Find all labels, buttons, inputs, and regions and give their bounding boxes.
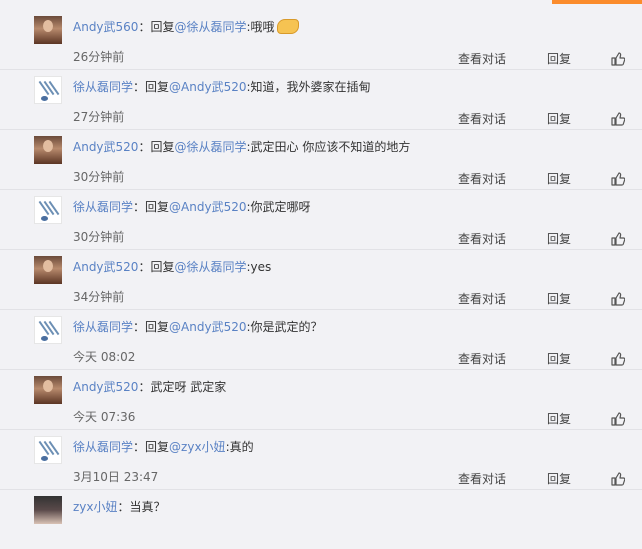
reply-prefix: 回复: [145, 320, 170, 334]
reply-button[interactable]: 回复: [547, 51, 571, 67]
comment-username[interactable]: 徐从磊同学: [73, 200, 133, 214]
comment-text: :知道，我外婆家在插甸: [246, 80, 371, 94]
reply-prefix: 回复: [145, 80, 170, 94]
comment-time: 27分钟前: [73, 110, 125, 124]
comment-item: 徐从磊同学：回复@zyx小妞:真的 3月10日 23:47 查看对话 回复: [0, 430, 642, 490]
thumbs-up-icon[interactable]: [611, 292, 625, 306]
comment-time: 今天 08:02: [73, 350, 136, 364]
avatar[interactable]: [34, 496, 62, 524]
comment-username[interactable]: Andy武520: [73, 380, 138, 394]
reply-prefix: 回复: [150, 260, 175, 274]
comment-time: 3月10日 23:47: [73, 470, 159, 484]
thumbs-up-icon[interactable]: [611, 352, 625, 366]
comment-colon: ：: [138, 380, 151, 394]
thumbs-up-icon[interactable]: [611, 52, 625, 66]
comment-text: :哦哦: [246, 20, 275, 34]
view-dialog-button[interactable]: 查看对话: [458, 351, 506, 367]
reply-prefix: 回复: [145, 440, 170, 454]
reply-button[interactable]: 回复: [547, 171, 571, 187]
reply-prefix: 回复: [145, 200, 170, 214]
comment-text: 当真？: [129, 500, 166, 514]
comment-item: Andy武520：回复@徐从磊同学:yes 34分钟前 查看对话 回复: [0, 250, 642, 310]
thumbs-up-icon[interactable]: [611, 472, 625, 486]
comment-item: 徐从磊同学：回复@Andy武520:知道，我外婆家在插甸 27分钟前 查看对话 …: [0, 70, 642, 130]
thumbs-up-icon[interactable]: [611, 112, 625, 126]
comment-text: :武定田心 你应该不知道的地方: [246, 140, 411, 154]
mention-link[interactable]: @Andy武520: [169, 80, 246, 94]
comment-item: 徐从磊同学：回复@Andy武520:你武定哪呀 30分钟前 查看对话 回复: [0, 190, 642, 250]
comment-colon: ：: [138, 20, 151, 34]
comment-colon: ：: [117, 500, 130, 514]
comment-time: 34分钟前: [73, 290, 125, 304]
view-dialog-button[interactable]: 查看对话: [458, 171, 506, 187]
comment-text: :真的: [225, 440, 254, 454]
comment-colon: ：: [133, 80, 146, 94]
mention-link[interactable]: @Andy武520: [169, 320, 246, 334]
reply-button[interactable]: 回复: [547, 411, 571, 427]
mention-link[interactable]: @徐从磊同学: [174, 140, 246, 154]
reply-button[interactable]: 回复: [547, 111, 571, 127]
top-accent-bar: [552, 0, 642, 4]
reply-button[interactable]: 回复: [547, 471, 571, 487]
avatar[interactable]: [34, 136, 62, 164]
comment-text: :你武定哪呀: [246, 200, 311, 214]
comment-username[interactable]: 徐从磊同学: [73, 320, 133, 334]
comment-colon: ：: [133, 440, 146, 454]
comment-colon: ：: [138, 260, 151, 274]
comment-time: 30分钟前: [73, 170, 125, 184]
comment-username[interactable]: 徐从磊同学: [73, 440, 133, 454]
comment-username[interactable]: 徐从磊同学: [73, 80, 133, 94]
comment-colon: ：: [138, 140, 151, 154]
comment-username[interactable]: Andy武520: [73, 140, 138, 154]
reply-prefix: 回复: [150, 20, 175, 34]
comment-username[interactable]: zyx小妞: [73, 500, 118, 514]
reply-prefix: 回复: [150, 140, 175, 154]
mention-link[interactable]: @Andy武520: [169, 200, 246, 214]
comment-username[interactable]: Andy武520: [73, 260, 138, 274]
comment-time: 30分钟前: [73, 230, 125, 244]
reply-button[interactable]: 回复: [547, 291, 571, 307]
comment-colon: ：: [133, 320, 146, 334]
view-dialog-button[interactable]: 查看对话: [458, 51, 506, 67]
comment-item: Andy武560：回复@徐从磊同学:哦哦 26分钟前 查看对话 回复: [0, 10, 642, 70]
avatar[interactable]: [34, 436, 62, 464]
top-strip: [0, 0, 642, 8]
comment-time: 26分钟前: [73, 50, 125, 64]
thumbs-up-icon[interactable]: [611, 172, 625, 186]
avatar[interactable]: [34, 196, 62, 224]
avatar[interactable]: [34, 76, 62, 104]
comment-text: :yes: [246, 260, 272, 274]
mention-link[interactable]: @徐从磊同学: [174, 20, 246, 34]
comment-text: :你是武定的？: [246, 320, 323, 334]
view-dialog-button[interactable]: 查看对话: [458, 231, 506, 247]
comment-item: 徐从磊同学：回复@Andy武520:你是武定的？ 今天 08:02 查看对话 回…: [0, 310, 642, 370]
avatar[interactable]: [34, 16, 62, 44]
view-dialog-button[interactable]: 查看对话: [458, 471, 506, 487]
avatar[interactable]: [34, 256, 62, 284]
comment-colon: ：: [133, 200, 146, 214]
view-dialog-button[interactable]: 查看对话: [458, 291, 506, 307]
comment-list: Andy武560：回复@徐从磊同学:哦哦 26分钟前 查看对话 回复 徐从磊同学…: [0, 10, 642, 549]
avatar[interactable]: [34, 316, 62, 344]
comment-time: 今天 07:36: [73, 410, 136, 424]
thumbs-up-icon[interactable]: [611, 232, 625, 246]
thumbs-up-icon[interactable]: [611, 412, 625, 426]
handshake-emoji-icon: [276, 19, 299, 34]
comment-item: Andy武520：回复@徐从磊同学:武定田心 你应该不知道的地方 30分钟前 查…: [0, 130, 642, 190]
reply-button[interactable]: 回复: [547, 231, 571, 247]
comment-text: 武定呀 武定家: [150, 380, 227, 394]
comment-item: Andy武520：武定呀 武定家 今天 07:36 回复: [0, 370, 642, 430]
mention-link[interactable]: @zyx小妞: [169, 440, 226, 454]
comment-item: zyx小妞：当真？: [0, 490, 642, 549]
comment-username[interactable]: Andy武560: [73, 20, 138, 34]
mention-link[interactable]: @徐从磊同学: [174, 260, 246, 274]
avatar[interactable]: [34, 376, 62, 404]
reply-button[interactable]: 回复: [547, 351, 571, 367]
view-dialog-button[interactable]: 查看对话: [458, 111, 506, 127]
